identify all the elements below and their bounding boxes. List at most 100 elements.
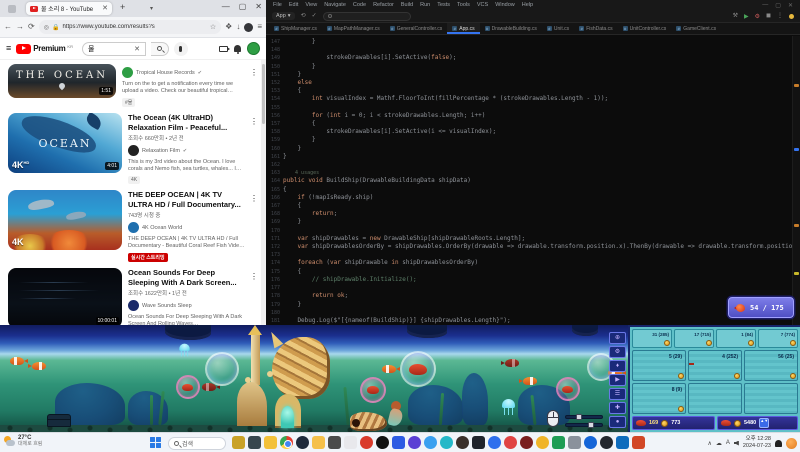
purple-app-icon[interactable] bbox=[408, 436, 421, 449]
ime-indicator[interactable]: A bbox=[726, 440, 730, 446]
volume-icon[interactable] bbox=[734, 441, 739, 446]
channel-avatar[interactable] bbox=[122, 67, 133, 78]
bubble[interactable] bbox=[205, 352, 239, 386]
guide-hamburger-icon[interactable]: ≡ bbox=[6, 44, 11, 53]
game-tool-button-6[interactable]: ● bbox=[609, 416, 626, 428]
tray-orange-app-icon[interactable] bbox=[786, 438, 797, 449]
notification-bell-icon[interactable] bbox=[775, 440, 782, 447]
tab-list-chevron-icon[interactable]: ▾ bbox=[150, 5, 153, 12]
search-input[interactable]: 물 ✕ bbox=[82, 42, 146, 56]
channel-name[interactable]: 4K Ocean World bbox=[142, 225, 182, 231]
code-text[interactable]: } strokeDrawables[i].SetActive(false); }… bbox=[283, 36, 792, 325]
minimize-button[interactable]: — bbox=[222, 2, 230, 11]
game-tool-button-4[interactable]: ☰ bbox=[609, 388, 626, 400]
editor-tab[interactable]: #FishData.cs bbox=[574, 23, 617, 34]
collection-cell[interactable] bbox=[744, 383, 798, 414]
clownfish[interactable] bbox=[32, 362, 46, 370]
treasure-chest[interactable] bbox=[47, 414, 71, 427]
game-tool-button-2[interactable]: ♦ bbox=[609, 360, 626, 372]
profile-avatar[interactable] bbox=[244, 23, 253, 32]
bubble-with-fish[interactable] bbox=[556, 377, 580, 401]
menu-file[interactable]: File bbox=[273, 2, 282, 8]
address-bar[interactable]: ◎ 🔒 https://www.youtube.com/results?s ☆ bbox=[39, 20, 221, 34]
editor-tab[interactable]: #GeneralController.cs bbox=[385, 23, 448, 34]
sell-bar[interactable]: 5480 ▲▼ bbox=[717, 416, 798, 430]
menu-build[interactable]: Build bbox=[401, 2, 413, 8]
blue4-app-icon[interactable] bbox=[616, 436, 629, 449]
folder2-app-icon[interactable] bbox=[312, 436, 325, 449]
channel-avatar[interactable] bbox=[128, 145, 139, 156]
video-thumbnail[interactable]: 10:00:01 bbox=[8, 268, 122, 325]
collection-mini-cell[interactable]: 31 (285) bbox=[632, 329, 672, 348]
bubble-with-fish[interactable] bbox=[176, 375, 200, 399]
game-tool-button-1[interactable]: ⚙ bbox=[609, 346, 626, 358]
menu-refactor[interactable]: Refactor bbox=[373, 2, 394, 8]
menu-window[interactable]: Window bbox=[495, 2, 515, 8]
lightblue-app-icon[interactable] bbox=[424, 436, 437, 449]
green-app-icon[interactable] bbox=[552, 436, 565, 449]
game-tool-button-5[interactable]: ✚ bbox=[609, 402, 626, 414]
run-icon[interactable]: ▶ bbox=[744, 13, 749, 20]
video-thumbnail[interactable]: 4K bbox=[8, 190, 122, 250]
folder-app-icon[interactable] bbox=[264, 436, 277, 449]
brown-app-icon[interactable] bbox=[456, 436, 469, 449]
collection-cell[interactable] bbox=[688, 383, 742, 414]
menu-vcs[interactable]: VCS bbox=[477, 2, 488, 8]
collection-cell[interactable]: 56 (25) bbox=[744, 350, 798, 381]
orange-app-icon[interactable] bbox=[632, 436, 645, 449]
editor-tab[interactable]: #DrawableBuilding.cs bbox=[480, 23, 542, 34]
red2-app-icon[interactable] bbox=[504, 436, 517, 449]
minimize-button[interactable]: — bbox=[762, 2, 768, 9]
bubble[interactable] bbox=[400, 351, 436, 387]
darksquare-app-icon[interactable] bbox=[472, 436, 485, 449]
code-area[interactable]: 147 148 149 150 151 152 153 154 155 156 … bbox=[266, 36, 792, 325]
yellow-app-icon[interactable] bbox=[536, 436, 549, 449]
channel-name[interactable]: Relaxation Film bbox=[142, 148, 180, 154]
red-app-icon[interactable] bbox=[360, 436, 373, 449]
account-avatar[interactable] bbox=[247, 42, 260, 55]
video-result-row[interactable]: OCEAN4KHD4:01The Ocean (4K UltraHD) Rela… bbox=[0, 109, 261, 186]
dark-circle-app-icon[interactable] bbox=[296, 436, 309, 449]
channel-row[interactable]: 4K Ocean World bbox=[128, 222, 247, 233]
browser-app-icon[interactable] bbox=[8, 5, 16, 13]
game-slider[interactable] bbox=[565, 423, 603, 427]
reload-button[interactable]: ⟳ bbox=[28, 23, 35, 31]
search-button[interactable] bbox=[151, 42, 169, 56]
bookmark-star-icon[interactable]: ☆ bbox=[210, 23, 216, 31]
collection-cell[interactable]: 5 (29) bbox=[632, 350, 686, 381]
notifications-bell-icon[interactable] bbox=[234, 45, 241, 52]
channel-avatar[interactable] bbox=[128, 222, 139, 233]
kebab-menu-icon[interactable]: ⋮ bbox=[250, 194, 258, 203]
blue2-app-icon[interactable] bbox=[488, 436, 501, 449]
chrome-icon[interactable] bbox=[280, 436, 293, 449]
dark2-app-icon[interactable] bbox=[600, 436, 613, 449]
clownfish[interactable] bbox=[10, 357, 24, 365]
collection-mini-cell[interactable]: 1 (84) bbox=[716, 329, 756, 348]
stop-icon[interactable]: ◼ bbox=[766, 13, 771, 19]
bubble-with-fish[interactable] bbox=[360, 377, 386, 403]
collection-mini-cell[interactable]: 7 (774) bbox=[758, 329, 798, 348]
conch-shell[interactable] bbox=[350, 412, 387, 431]
black-app-icon[interactable] bbox=[376, 436, 389, 449]
video-result-row[interactable]: 10:00:01 Ocean Sounds For Deep Sleeping W… bbox=[0, 264, 261, 325]
channel-row[interactable]: Wave Sounds Sleep bbox=[128, 300, 247, 311]
debug-icon[interactable]: ⚙ bbox=[755, 13, 760, 20]
downloads-icon[interactable]: ↓ bbox=[236, 23, 240, 31]
editor-tab[interactable]: #App.cs bbox=[447, 23, 479, 34]
game-tool-button-3[interactable]: ▶ bbox=[609, 374, 626, 386]
forward-button[interactable]: → bbox=[16, 23, 24, 31]
maximize-button[interactable]: ▢ bbox=[239, 2, 247, 11]
menu-code[interactable]: Code bbox=[353, 2, 366, 8]
game-tool-button-0[interactable]: ⊕ bbox=[609, 332, 626, 344]
channel-avatar[interactable] bbox=[128, 300, 139, 311]
collection-cell[interactable]: 4 (252) bbox=[688, 350, 742, 381]
build-hammer-icon[interactable]: ⚒ bbox=[733, 13, 738, 19]
video-result-row[interactable]: THE OCEAN1:51Tropical House Records✔Turn… bbox=[0, 60, 261, 109]
game-slider[interactable] bbox=[565, 415, 603, 419]
video-title[interactable]: Ocean Sounds For Deep Sleeping With A Da… bbox=[128, 268, 247, 287]
search-clear-icon[interactable]: ✕ bbox=[134, 45, 140, 53]
gray2-app-icon[interactable] bbox=[568, 436, 581, 449]
browser-tab[interactable]: 물 소리 8 - YouTube ✕ bbox=[26, 2, 112, 15]
close-button[interactable]: ✕ bbox=[255, 2, 262, 11]
youtube-premium-logo[interactable]: Premium KR bbox=[16, 44, 73, 54]
